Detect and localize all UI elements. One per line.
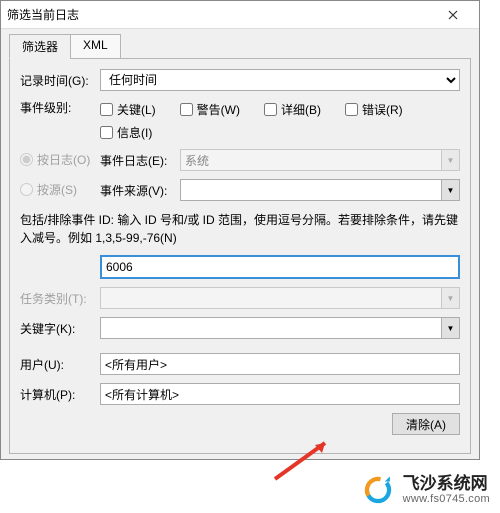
row-task-category: 任务类别(T): ▼ — [20, 287, 460, 309]
window-title: 筛选当前日志 — [7, 6, 79, 23]
checkbox-information[interactable]: 信息(I) — [100, 124, 152, 141]
computer-input[interactable] — [100, 383, 460, 405]
annotation-arrow-icon — [270, 431, 340, 481]
user-input[interactable] — [100, 353, 460, 375]
label-event-log: 事件日志(E): — [100, 152, 172, 169]
radio-by-source: 按源(S) — [20, 181, 77, 198]
row-by-log: 按日志(O) 事件日志(E): 系统 ▼ — [20, 149, 460, 171]
level-checkbox-group: 关键(L) 警告(W) 详细(B) 错误(R) 信息(I) — [100, 99, 460, 141]
label-computer: 计算机(P): — [20, 386, 100, 403]
task-category-combo — [100, 287, 460, 309]
watermark-logo-icon — [361, 473, 395, 507]
checkbox-error[interactable]: 错误(R) — [345, 101, 403, 118]
watermark-title: 飞沙系统网 — [403, 475, 490, 494]
logged-select[interactable]: 任何时间 — [100, 69, 460, 91]
checkbox-verbose[interactable]: 详细(B) — [264, 101, 321, 118]
label-task-category: 任务类别(T): — [20, 290, 100, 307]
label-user: 用户(U): — [20, 356, 100, 373]
dialog-window: 筛选当前日志 筛选器 XML 记录时间(G): 任何时间 事件级别: — [0, 0, 480, 460]
checkbox-warning[interactable]: 警告(W) — [180, 101, 240, 118]
row-by-source: 按源(S) 事件来源(V): ▼ — [20, 179, 460, 201]
watermark: 飞沙系统网 www.fs0745.com — [361, 473, 490, 507]
radio-by-log: 按日志(O) — [20, 151, 90, 168]
label-keywords: 关键字(K): — [20, 320, 100, 337]
client-area: 筛选器 XML 记录时间(G): 任何时间 事件级别: 关键(L) 警告(W) — [1, 29, 479, 459]
row-event-id — [20, 255, 460, 279]
row-event-level: 事件级别: 关键(L) 警告(W) 详细(B) 错误(R) 信息(I) — [20, 99, 460, 141]
event-log-combo: 系统 — [180, 149, 460, 171]
close-button[interactable] — [433, 3, 473, 27]
row-computer: 计算机(P): — [20, 383, 460, 405]
label-event-source: 事件来源(V): — [100, 182, 172, 199]
tab-panel: 记录时间(G): 任何时间 事件级别: 关键(L) 警告(W) 详细(B) 错误… — [9, 58, 471, 454]
tab-xml[interactable]: XML — [70, 34, 121, 59]
event-source-dropdown-button[interactable]: ▼ — [441, 180, 459, 200]
row-logged: 记录时间(G): 任何时间 — [20, 69, 460, 91]
close-icon — [448, 10, 458, 20]
event-id-help-text: 包括/排除事件 ID: 输入 ID 号和/或 ID 范围，使用逗号分隔。若要排除… — [20, 211, 460, 247]
keywords-dropdown-button[interactable]: ▼ — [441, 318, 459, 338]
tab-strip: 筛选器 XML — [9, 34, 471, 59]
label-event-level: 事件级别: — [20, 99, 100, 116]
task-category-dropdown-button: ▼ — [441, 288, 459, 308]
row-keywords: 关键字(K): ▼ — [20, 317, 460, 339]
clear-button[interactable]: 清除(A) — [392, 413, 460, 435]
watermark-url: www.fs0745.com — [403, 493, 490, 505]
event-log-dropdown-button: ▼ — [441, 150, 459, 170]
checkbox-critical[interactable]: 关键(L) — [100, 101, 156, 118]
label-logged: 记录时间(G): — [20, 72, 100, 89]
event-source-combo[interactable] — [180, 179, 460, 201]
watermark-text: 飞沙系统网 www.fs0745.com — [403, 475, 490, 506]
titlebar: 筛选当前日志 — [1, 1, 479, 29]
tab-filter[interactable]: 筛选器 — [9, 34, 71, 59]
keywords-combo[interactable] — [100, 317, 460, 339]
button-row: 清除(A) — [20, 413, 460, 435]
event-id-input[interactable] — [100, 255, 460, 279]
row-user: 用户(U): — [20, 353, 460, 375]
